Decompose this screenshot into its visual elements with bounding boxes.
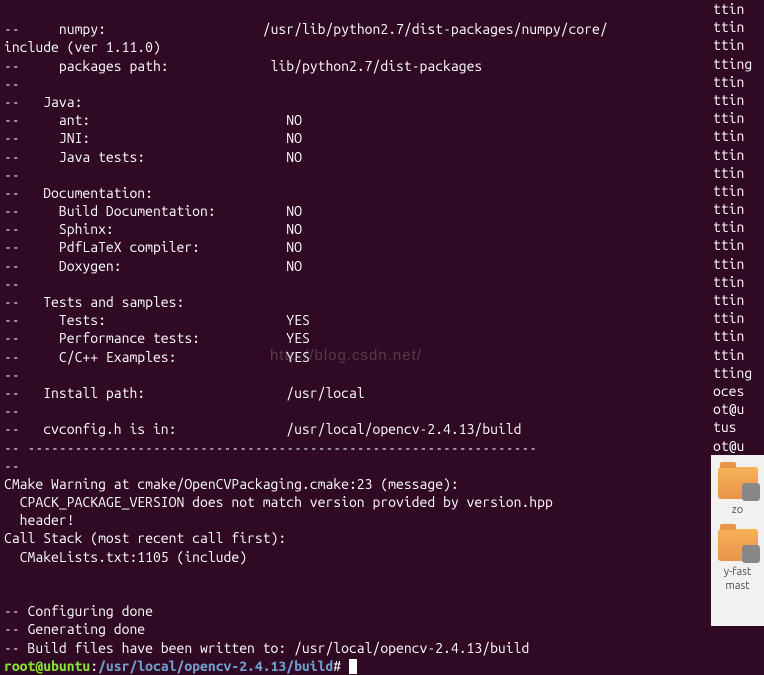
- packages-path: lib/python2.7/dist-packages: [271, 58, 483, 74]
- kv-val: NO: [286, 203, 302, 219]
- java-header: Java:: [43, 94, 82, 110]
- kv-key: Sphinx:: [59, 221, 114, 237]
- terminal-cursor[interactable]: [349, 659, 357, 674]
- doc-header: Documentation:: [43, 185, 153, 201]
- call-stack-line: Call Stack (most recent call first):: [4, 530, 286, 546]
- kv-val: NO: [286, 239, 302, 255]
- prompt-path: /usr/local/opencv-2.4.13/build: [98, 658, 333, 674]
- cmake-warning-line: CMake Warning at cmake/OpenCVPackaging.c…: [4, 476, 459, 492]
- kv-key: PdfLaTeX compiler:: [59, 239, 200, 255]
- terminal-output[interactable]: -- numpy: /usr/lib/python2.7/dist-packag…: [0, 0, 711, 626]
- kv-val: NO: [286, 221, 302, 237]
- install-label: Install path:: [43, 385, 145, 401]
- configuring-done: -- Configuring done: [4, 603, 153, 619]
- numpy-path: /usr/lib/python2.7/dist-packages/numpy/c…: [263, 21, 608, 37]
- file-label: mast: [711, 579, 764, 593]
- kv-key: Doxygen:: [59, 258, 122, 274]
- kv-key: Build Documentation:: [59, 203, 216, 219]
- cmake-warning-line: CPACK_PACKAGE_VERSION does not match ver…: [4, 494, 553, 510]
- kv-val: YES: [286, 312, 310, 328]
- cmake-warning-line: header!: [4, 512, 75, 528]
- file-item[interactable]: zo: [711, 467, 764, 517]
- build-written: -- Build files have been written to: /us…: [4, 640, 529, 656]
- include-ver: include (ver 1.11.0): [4, 39, 161, 55]
- kv-val: NO: [286, 149, 302, 165]
- prompt-user-host: root@ubuntu: [4, 658, 90, 674]
- desktop-partial-view: ttin ttin ttin tting ttin ttin ttin ttin…: [711, 0, 764, 626]
- hrule: ----------------------------------------…: [28, 440, 538, 456]
- file-label: y-fast: [711, 565, 764, 579]
- kv-val: YES: [286, 330, 310, 346]
- archive-icon: [718, 467, 758, 499]
- background-terminal-fragment: ttin ttin ttin tting ttin ttin ttin ttin…: [711, 0, 764, 455]
- install-path: /usr/local: [286, 385, 364, 401]
- cvconfig-path: /usr/local/opencv-2.4.13/build: [286, 421, 521, 437]
- file-item[interactable]: y-fast mast: [711, 529, 764, 594]
- kv-key: JNI:: [59, 130, 90, 146]
- kv-key: Java tests:: [59, 149, 145, 165]
- packages-label: packages path:: [59, 58, 169, 74]
- kv-val: NO: [286, 112, 302, 128]
- generating-done: -- Generating done: [4, 621, 145, 637]
- kv-val: NO: [286, 130, 302, 146]
- kv-key: C/C++ Examples:: [59, 349, 177, 365]
- numpy-label: numpy:: [59, 21, 106, 37]
- call-stack-line: CMakeLists.txt:1105 (include): [4, 549, 247, 565]
- kv-key: ant:: [59, 112, 90, 128]
- kv-key: Performance tests:: [59, 330, 200, 346]
- prompt-hash: #: [333, 658, 341, 674]
- archive-icon: [718, 529, 758, 561]
- kv-key: Tests:: [59, 312, 106, 328]
- cvconfig-label: cvconfig.h is in:: [43, 421, 176, 437]
- kv-val: YES: [286, 349, 310, 365]
- file-label: zo: [711, 503, 764, 517]
- kv-val: NO: [286, 258, 302, 274]
- prompt-colon: :: [90, 658, 98, 674]
- tests-header: Tests and samples:: [43, 294, 184, 310]
